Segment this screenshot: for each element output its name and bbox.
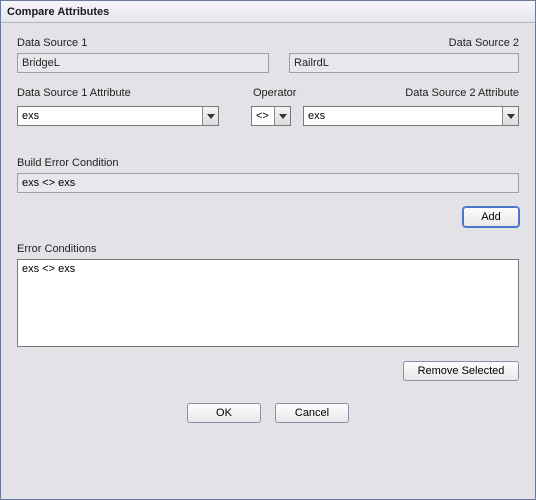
compare-attributes-dialog: Compare Attributes Data Source 1 Data So… bbox=[0, 0, 536, 500]
window-title: Compare Attributes bbox=[7, 6, 109, 18]
remove-selected-button[interactable]: Remove Selected bbox=[403, 361, 519, 381]
titlebar: Compare Attributes bbox=[1, 1, 535, 23]
attr1-combo[interactable] bbox=[17, 106, 219, 126]
attr2-combo-text[interactable] bbox=[304, 107, 502, 125]
operator-label: Operator bbox=[253, 87, 296, 99]
chevron-down-icon[interactable] bbox=[274, 107, 290, 125]
attr2-label: Data Source 2 Attribute bbox=[405, 87, 519, 99]
build-error-label: Build Error Condition bbox=[17, 157, 519, 169]
add-button[interactable]: Add bbox=[463, 207, 519, 227]
ok-button[interactable]: OK bbox=[187, 403, 261, 423]
attr1-combo-text[interactable] bbox=[18, 107, 202, 125]
dialog-content: Data Source 1 Data Source 2 Data Source … bbox=[1, 23, 535, 499]
data-source-1-label: Data Source 1 bbox=[17, 37, 87, 49]
data-source-1-field bbox=[17, 53, 269, 73]
data-source-2-field bbox=[289, 53, 519, 73]
chevron-down-icon[interactable] bbox=[202, 107, 218, 125]
operator-combo-text[interactable] bbox=[252, 107, 274, 125]
chevron-down-icon[interactable] bbox=[502, 107, 518, 125]
error-conditions-label: Error Conditions bbox=[17, 243, 519, 255]
error-conditions-list[interactable]: exs <> exs bbox=[17, 259, 519, 347]
attr1-label: Data Source 1 Attribute bbox=[17, 87, 131, 99]
operator-combo[interactable] bbox=[251, 106, 291, 126]
attr2-combo[interactable] bbox=[303, 106, 519, 126]
data-source-2-label: Data Source 2 bbox=[449, 37, 519, 49]
cancel-button[interactable]: Cancel bbox=[275, 403, 349, 423]
build-error-field bbox=[17, 173, 519, 193]
